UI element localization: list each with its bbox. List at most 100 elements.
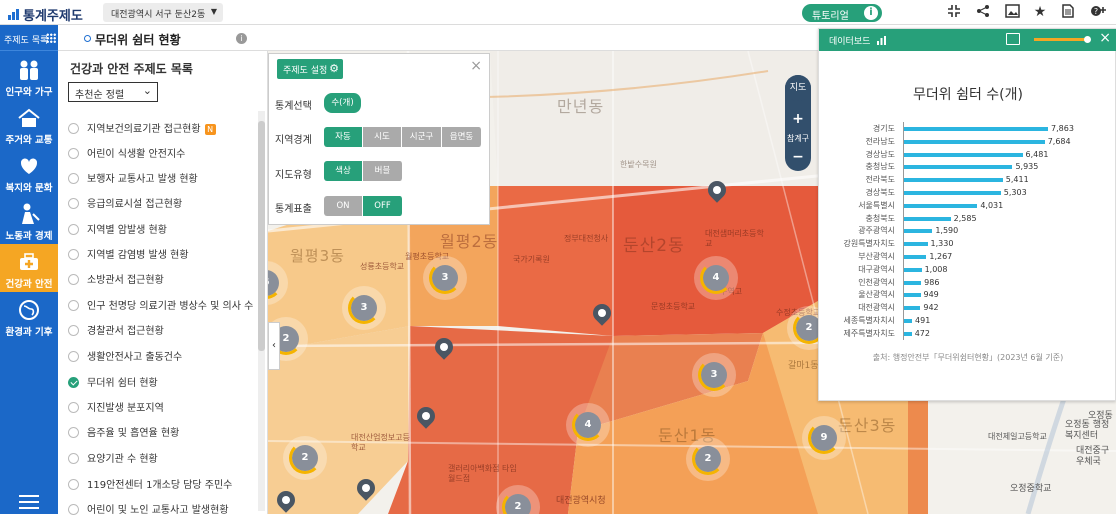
map-label: 월평2동 xyxy=(440,232,499,251)
theme-item[interactable]: 보행자 교통사고 발생 현황 xyxy=(68,170,198,190)
shelter-marker-icon[interactable] xyxy=(704,177,730,205)
option-button[interactable]: 읍면동 xyxy=(442,127,482,147)
chart-bar[interactable] xyxy=(903,306,921,311)
close-icon[interactable]: × xyxy=(1099,30,1111,46)
slider-handle[interactable] xyxy=(1084,36,1091,43)
help-icon[interactable]: ? xyxy=(1090,4,1106,20)
theme-item[interactable]: 어린이 및 노인 교통사고 발생현황 xyxy=(68,501,229,521)
chart-bar[interactable] xyxy=(903,319,913,323)
chart-bar[interactable] xyxy=(903,127,1048,131)
chart-bar[interactable] xyxy=(903,178,1003,183)
star-icon[interactable]: ★ xyxy=(1032,4,1048,20)
chart-bar[interactable] xyxy=(903,191,1001,195)
chart-bar[interactable] xyxy=(903,139,1045,144)
chart-value-label: 2,585 xyxy=(953,213,977,223)
shelter-cluster[interactable]: 3 xyxy=(342,286,386,330)
nav-item-welfare[interactable]: 복지와 문화 xyxy=(0,148,58,196)
shelter-marker-icon[interactable] xyxy=(353,475,379,503)
theme-item[interactable]: 지진발생 분포지역 xyxy=(68,399,164,419)
zoom-out-button[interactable]: − xyxy=(785,149,811,165)
shelter-marker-icon[interactable] xyxy=(589,300,615,328)
share-icon[interactable] xyxy=(975,4,991,20)
option-button[interactable]: 색상 xyxy=(324,161,363,181)
opacity-slider[interactable] xyxy=(1034,36,1091,43)
chart-bar[interactable] xyxy=(903,203,978,208)
theme-item[interactable]: 음주율 및 흡연율 현황 xyxy=(68,424,179,444)
zoom-in-button[interactable]: + xyxy=(785,111,811,127)
radio-icon xyxy=(68,350,79,362)
shelter-cluster[interactable]: 2 xyxy=(496,485,540,514)
shelter-cluster[interactable]: 2 xyxy=(283,436,327,480)
option-button[interactable]: 자동 xyxy=(324,127,363,147)
panel-scrollbar[interactable] xyxy=(258,111,265,511)
map-label: 대전광역시청 xyxy=(556,496,606,506)
shelter-cluster[interactable]: 3 xyxy=(692,353,736,397)
theme-item-selected[interactable]: 무더위 쉼터 현황 xyxy=(68,374,158,394)
map-mode-button[interactable]: 지도 xyxy=(785,75,811,101)
theme-item[interactable]: 소방관서 접근현황 xyxy=(68,271,164,291)
theme-list-toggle[interactable]: 주제도 목록 xyxy=(0,25,58,51)
sort-select[interactable]: 추천순 정렬 ⌄ xyxy=(68,82,158,102)
info-icon[interactable]: i xyxy=(236,33,247,44)
chart-bar[interactable] xyxy=(903,255,927,259)
chart-bar[interactable] xyxy=(903,216,951,221)
chart-bar-row: 전라북도 5,411 xyxy=(819,174,1116,186)
region-select[interactable]: 대전광역시 서구 둔산2동 ▼ xyxy=(103,3,223,22)
theme-item[interactable]: 인구 천명당 의료기관 병상수 및 의사 수 xyxy=(68,297,253,317)
nav-item-housing[interactable]: 주거와 교통 xyxy=(0,100,58,148)
option-button[interactable]: ON xyxy=(324,196,363,216)
shelter-cluster[interactable]: 2 xyxy=(686,437,730,481)
chart-bar[interactable] xyxy=(903,267,922,272)
theme-item[interactable]: 응급의료시설 접근현황 xyxy=(68,195,182,215)
close-icon[interactable]: × xyxy=(470,58,482,74)
chart-bar[interactable] xyxy=(903,242,928,247)
shelter-cluster[interactable]: 4 xyxy=(566,403,610,447)
theme-item[interactable]: 지역보건의료기관 접근현황 N xyxy=(68,120,216,140)
nav-item-population[interactable]: 인구와 가구 xyxy=(0,52,58,100)
chart-bar[interactable] xyxy=(903,229,933,234)
image-icon[interactable] xyxy=(1004,4,1020,20)
nav-list-button[interactable]: 목록 xyxy=(0,491,58,530)
shelter-cluster[interactable]: 9 xyxy=(802,416,846,460)
nav-item-labor[interactable]: 노동과 경제 xyxy=(0,196,58,244)
shelter-cluster[interactable]: 4 xyxy=(694,256,738,300)
chart-bar[interactable] xyxy=(903,331,912,336)
shelter-marker-icon[interactable] xyxy=(273,487,299,514)
option-button[interactable]: 시군구 xyxy=(402,127,442,147)
document-icon[interactable] xyxy=(1060,4,1076,20)
data-board: 데이터보드 × 무더위 쉼터 수(개) 경기도 7,863 전라남도 7,684 경상남… xyxy=(818,28,1116,401)
shelter-cluster[interactable]: 3 xyxy=(423,256,467,300)
gear-icon[interactable]: ⚙ xyxy=(329,62,339,75)
collapse-icon[interactable] xyxy=(946,4,962,20)
chart-bar[interactable] xyxy=(903,293,921,298)
theme-item[interactable]: 지역별 암발생 현황 xyxy=(68,221,167,241)
option-button[interactable]: 수(개) xyxy=(324,93,362,113)
setting-label: 통계표출 xyxy=(275,204,312,215)
shelter-marker-icon[interactable] xyxy=(431,334,457,362)
theme-item[interactable]: 어린이 식생활 안전지수 xyxy=(68,145,185,165)
theme-item[interactable]: 생활안전사고 출동건수 xyxy=(68,348,182,368)
theme-item[interactable]: 지역별 감염병 발생 현황 xyxy=(68,246,189,266)
shelter-cluster[interactable]: 6 xyxy=(268,261,288,305)
theme-item[interactable]: 요양기관 수 현황 xyxy=(68,450,158,470)
tutorial-button[interactable]: 튜토리얼 i xyxy=(802,4,882,22)
image-icon[interactable] xyxy=(1006,33,1020,45)
chart-bar[interactable] xyxy=(903,280,922,285)
theme-item[interactable]: 경찰관서 접근현황 xyxy=(68,322,164,342)
option-button[interactable]: 시도 xyxy=(363,127,402,147)
chart-bar[interactable] xyxy=(903,152,1023,157)
theme-item[interactable]: 119안전센터 1개소당 담당 주민수 xyxy=(68,476,232,496)
nav-item-health[interactable]: 건강과 안전 xyxy=(0,244,58,292)
app-logo[interactable]: 통계주제도 xyxy=(8,5,83,24)
radio-icon xyxy=(68,452,79,464)
panel-collapse-button[interactable]: ‹ xyxy=(268,322,280,370)
option-button[interactable]: OFF xyxy=(363,196,403,216)
map-label: 갤러리아백화점 타임월드점 xyxy=(448,464,517,483)
shelter-marker-icon[interactable] xyxy=(413,403,439,431)
option-button[interactable]: 버블 xyxy=(363,161,403,181)
chart-category-label: 충청북도 xyxy=(865,213,895,223)
nav-label: 주거와 교통 xyxy=(5,135,53,146)
scrollbar-thumb[interactable] xyxy=(258,121,265,351)
chart-bar[interactable] xyxy=(903,165,1013,170)
nav-item-environment[interactable]: 환경과 기후 xyxy=(0,292,58,340)
